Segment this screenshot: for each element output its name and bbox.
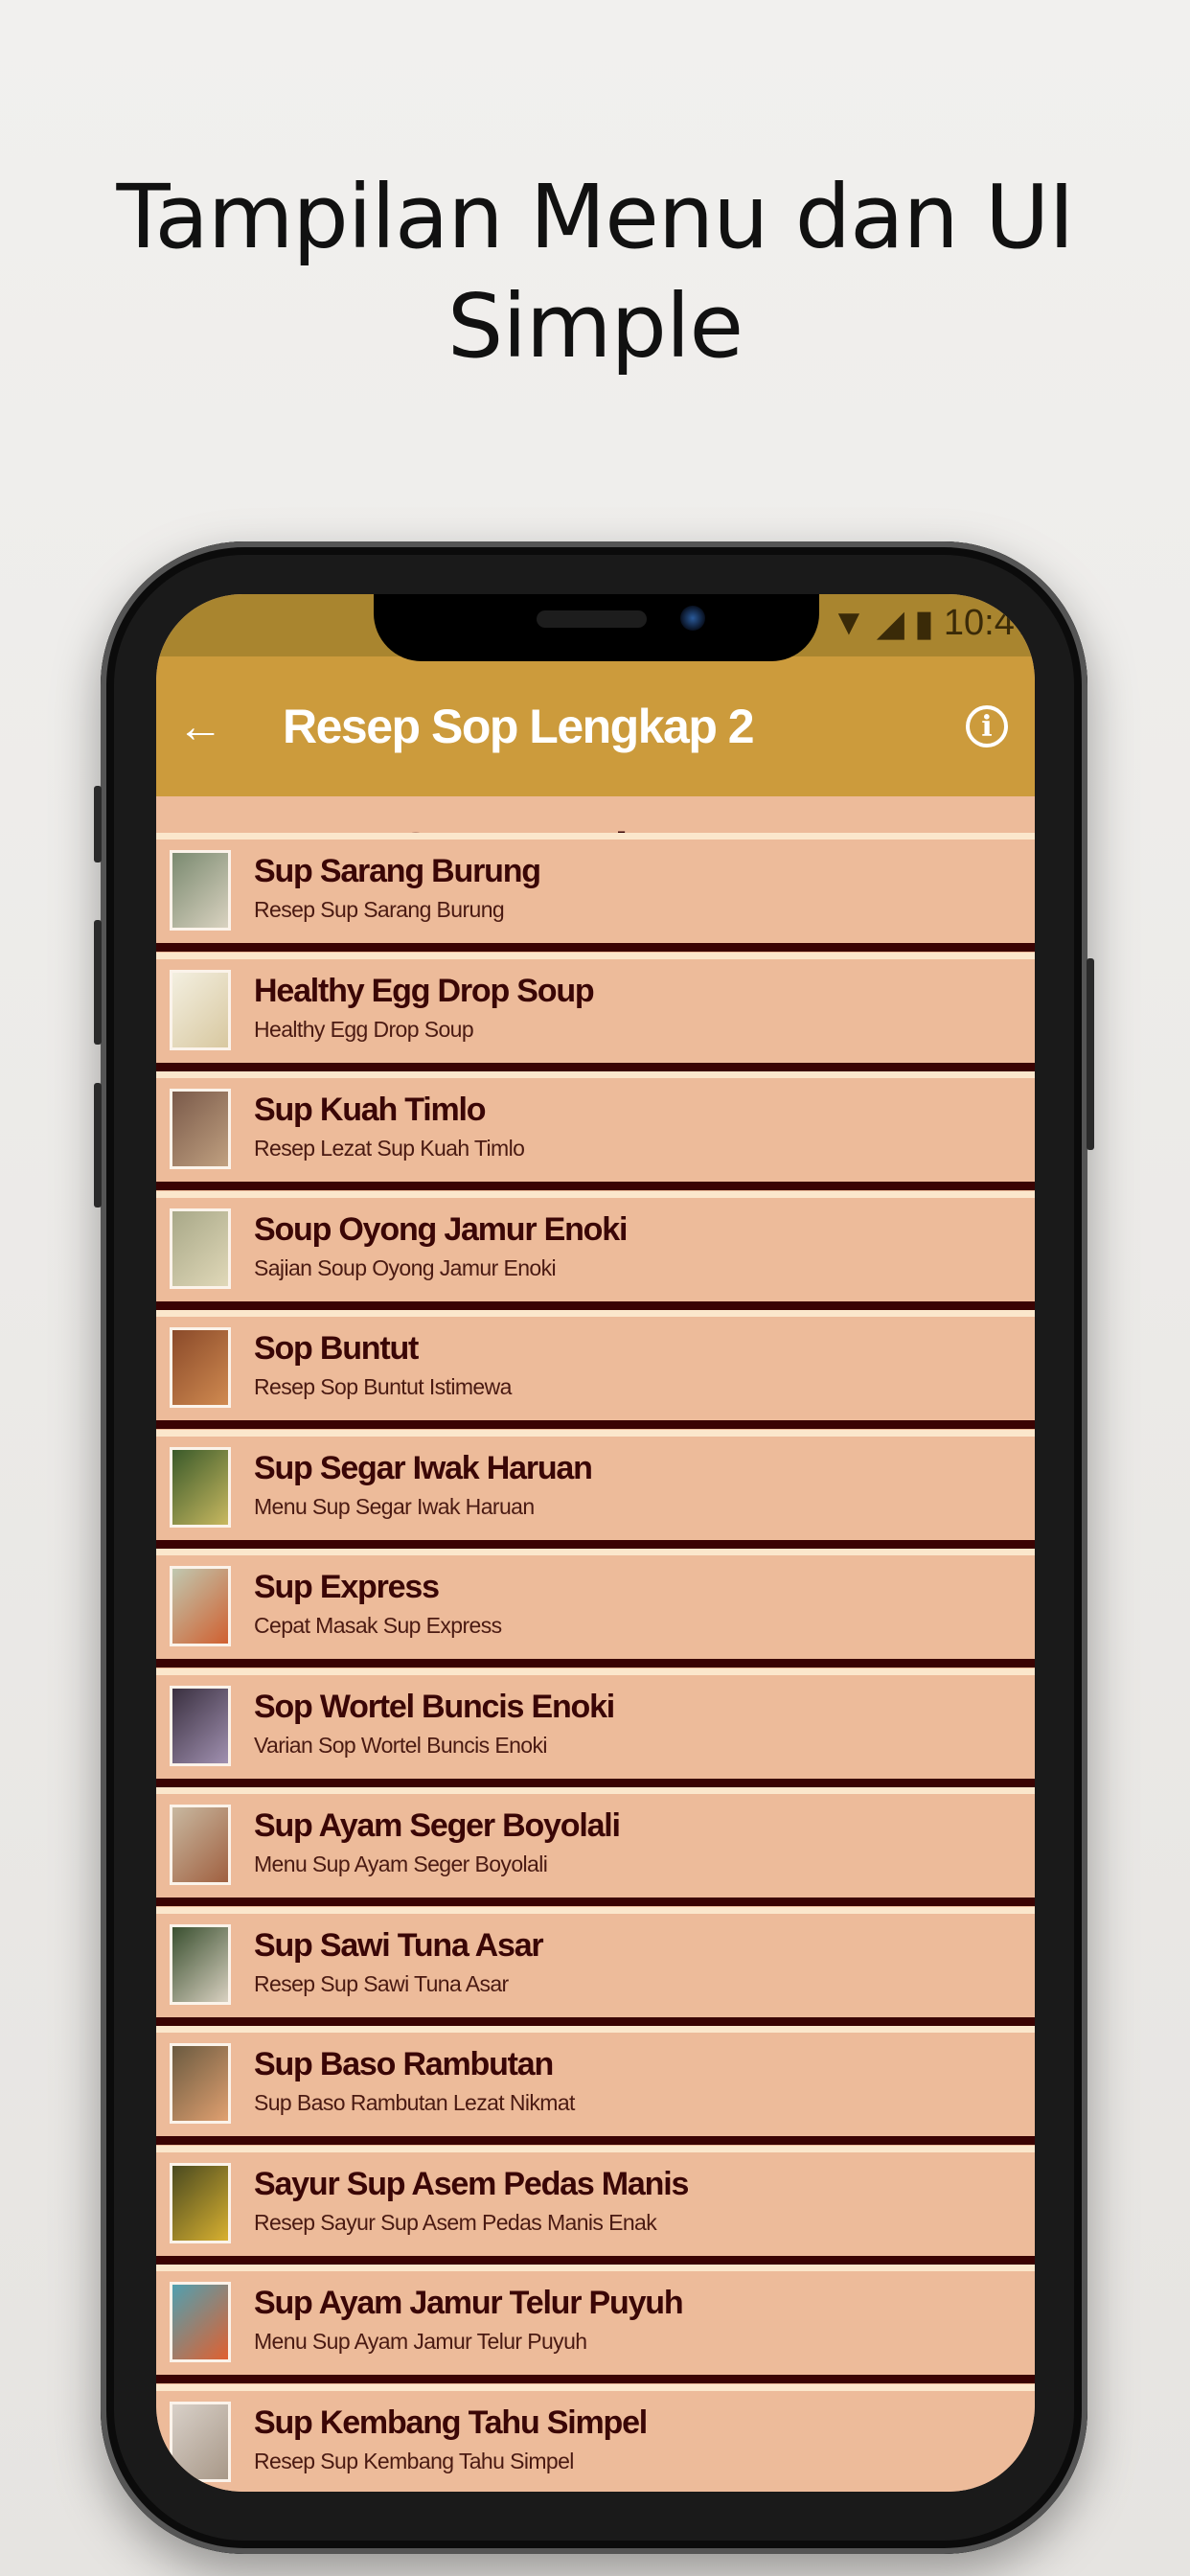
item-subtitle: Menu Sup Segar Iwak Haruan <box>254 1493 535 1519</box>
headline-line-1: Tampilan Menu dan UI <box>116 166 1074 268</box>
list-item[interactable]: Sup Baso Rambutan Sup Baso Rambutan Leza… <box>156 2026 1035 2145</box>
item-title: Sup Sarang Burung <box>254 853 541 889</box>
item-title: Sop Wortel Buncis Enoki <box>254 1688 615 1725</box>
phone-camera <box>680 606 705 631</box>
phone-side-button <box>94 920 102 1045</box>
item-subtitle: Menu Sup Ayam Jamur Telur Puyuh <box>254 2329 587 2354</box>
list-item[interactable]: Sop Wortel Buncis Enoki Varian Sop Worte… <box>156 1668 1035 1787</box>
item-title: Sup Sawi Tuna Asar <box>254 1926 544 1964</box>
item-subtitle: Resep Sayur Sup Asem Pedas Manis Enak <box>254 2209 657 2235</box>
app-bar: ← Resep Sop Lengkap 2 i <box>156 656 1035 796</box>
battery-icon: ▮ <box>913 604 934 644</box>
wifi-icon: ▼ <box>831 603 867 643</box>
item-title: Sup Kembang Tahu Simpel <box>254 2404 648 2441</box>
recipe-thumbnail <box>170 1327 231 1408</box>
item-title: Sup Ayam Jamur Telur Puyuh <box>254 2285 684 2321</box>
recipe-thumbnail <box>170 969 231 1050</box>
recipe-thumbnail <box>170 1685 231 1766</box>
recipe-thumbnail <box>170 850 231 931</box>
recipe-thumbnail <box>170 1805 231 1885</box>
phone-side-button <box>94 786 102 862</box>
list-item[interactable]: Healthy Egg Drop Soup Healthy Egg Drop S… <box>156 952 1035 1071</box>
list-item[interactable]: Soup Oyong Jamur Enoki Sajian Soup Oyong… <box>156 1190 1035 1310</box>
phone-side-button <box>94 1083 102 1208</box>
item-subtitle: Healthy Egg Drop Soup <box>254 1016 474 1042</box>
promo-headline: Tampilan Menu dan UI Simple <box>0 163 1190 381</box>
list-item[interactable]: Sup Kuah Timlo Resep Lezat Sup Kuah Timl… <box>156 1071 1035 1190</box>
list-item[interactable]: Sup Kembang Tahu Simpel Resep Sup Kemban… <box>156 2383 1035 2492</box>
item-subtitle: Resep Sup Sarang Burung <box>254 897 505 922</box>
recipe-thumbnail <box>170 1208 231 1289</box>
list-item[interactable]: Sop Buntut Resep Sop Buntut Istimewa <box>156 1310 1035 1429</box>
list-item[interactable]: Sup Express Cepat Masak Sup Express <box>156 1549 1035 1668</box>
headline-line-2: Simple <box>446 275 744 378</box>
item-title: Sop Buntut <box>254 1330 419 1367</box>
item-subtitle: Resep Lezat Sup Kuah Timlo <box>254 1136 525 1161</box>
list-item[interactable]: Sayur Sup Asem Pedas Manis Resep Sayur S… <box>156 2145 1035 2265</box>
phone-notch <box>374 594 819 661</box>
item-title: Soup Oyong Jamur Enoki <box>254 1210 628 1248</box>
item-subtitle: Sajian Soup Oyong Jamur Enoki <box>254 1254 557 1280</box>
item-title: Sup Segar Iwak Haruan <box>254 1449 593 1486</box>
list-item[interactable]: Sup Sawi Tuna Asar Resep Sup Sawi Tuna A… <box>156 1906 1035 2026</box>
list-item[interactable]: Sup Sarang Burung Resep Sup Sarang Burun… <box>156 833 1035 952</box>
info-icon[interactable]: i <box>966 705 1008 748</box>
status-time: 10:47 <box>943 603 1035 643</box>
recipe-thumbnail <box>170 2401 231 2482</box>
recipe-thumbnail <box>170 1089 231 1169</box>
list-item[interactable]: Sup Segar Iwak Haruan Menu Sup Segar Iwa… <box>156 1429 1035 1549</box>
list-item[interactable]: Sup Ayam Seger Boyolali Menu Sup Ayam Se… <box>156 1787 1035 1906</box>
item-subtitle: Cepat Masak Sup Express <box>254 1613 502 1638</box>
item-subtitle: Resep Sup Sawi Tuna Asar <box>254 1970 509 1996</box>
status-icons: ▼ ◢ ▮ 10:47 <box>831 602 1035 645</box>
list-item[interactable]: Sup Ayam Jamur Telur Puyuh Menu Sup Ayam… <box>156 2265 1035 2383</box>
signal-icon: ◢ <box>876 604 904 644</box>
item-subtitle: Sup Baso Rambutan Lezat Nikmat <box>254 2090 575 2115</box>
item-subtitle: Resep Sup Kembang Tahu Simpel <box>254 2448 574 2473</box>
recipe-thumbnail <box>170 2043 231 2124</box>
item-title: Sayur Sup Asem Pedas Manis <box>254 2165 689 2202</box>
arrow-left-icon[interactable]: ← <box>177 701 254 753</box>
item-title: Sup Kuah Timlo <box>254 1092 487 1128</box>
recipe-thumbnail <box>170 2282 231 2362</box>
recipe-thumbnail <box>170 2162 231 2243</box>
item-subtitle: Menu Sup Ayam Seger Boyolali <box>254 1852 548 1876</box>
item-title: Healthy Egg Drop Soup <box>254 972 595 1009</box>
recipe-thumbnail <box>170 1923 231 2005</box>
phone-power-button <box>1087 958 1094 1150</box>
item-title: Sup Express <box>254 1569 440 1605</box>
item-title: Sup Ayam Seger Boyolali <box>254 1807 621 1844</box>
recipe-thumbnail <box>170 1566 231 1646</box>
phone-speaker <box>537 610 647 628</box>
app-title: Resep Sop Lengkap 2 <box>283 700 755 753</box>
app-screen: ▼ ◢ ▮ 10:47 ← Resep Sop Lengkap 2 i Rese… <box>156 594 1035 2492</box>
item-subtitle: Resep Sop Buntut Istimewa <box>254 1374 512 1399</box>
recipe-thumbnail <box>170 1446 231 1528</box>
item-title: Sup Baso Rambutan <box>254 2046 554 2082</box>
item-subtitle: Varian Sop Wortel Buncis Enoki <box>254 1732 547 1758</box>
